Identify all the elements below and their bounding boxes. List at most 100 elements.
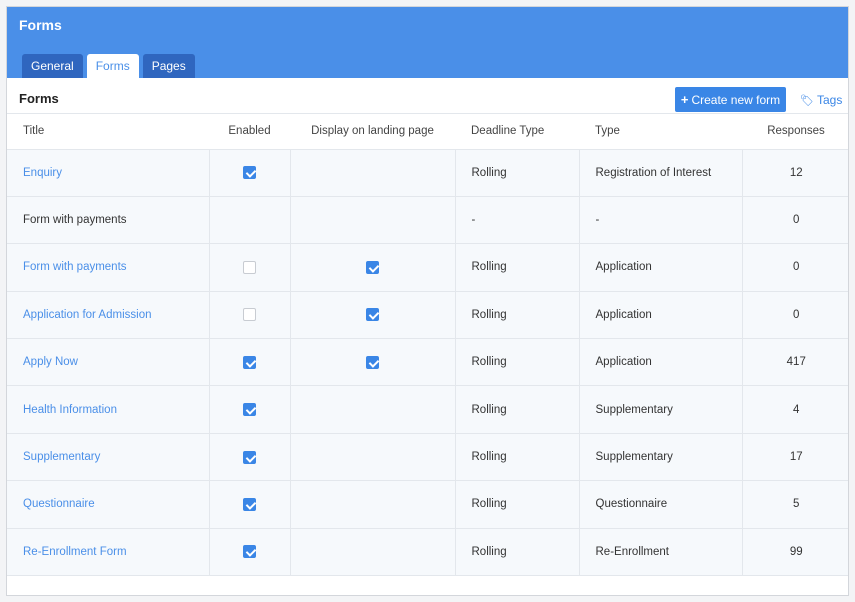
- cell-responses: 0: [741, 243, 848, 292]
- cell-title: Application for Admission: [7, 291, 209, 340]
- form-title-text: Form with payments: [23, 214, 127, 227]
- form-title-link[interactable]: Questionnaire: [23, 498, 95, 510]
- column-header-title[interactable]: Title: [7, 114, 209, 150]
- column-header-enabled[interactable]: Enabled: [209, 114, 290, 150]
- cell-deadline-type: Rolling: [454, 433, 579, 482]
- cell-responses: 17: [741, 433, 848, 482]
- cell-title: Enquiry: [7, 149, 209, 197]
- table-row[interactable]: Enquiry Rolling Registration of Interest 12: [7, 149, 848, 197]
- form-title-link[interactable]: Apply Now: [23, 356, 78, 368]
- enabled-checkbox[interactable]: [243, 355, 256, 369]
- cell-responses: 12: [741, 149, 848, 197]
- cell-title: Apply Now: [7, 338, 209, 387]
- cell-type: -: [578, 196, 742, 245]
- cell-responses: 417: [741, 338, 848, 387]
- cell-type: Application: [578, 243, 742, 292]
- table-row[interactable]: Questionnaire Rolling Questionnaire 5: [7, 480, 848, 529]
- enabled-checkbox[interactable]: [243, 497, 256, 511]
- cell-title: Form with payments: [7, 243, 209, 292]
- cell-landing: [289, 433, 455, 482]
- cell-enabled: [208, 338, 290, 387]
- cell-deadline-type: Rolling: [454, 243, 579, 292]
- cell-landing: [289, 149, 455, 197]
- cell-title: Re-Enrollment Form: [7, 528, 209, 577]
- create-new-form-button[interactable]: + Create new form: [675, 87, 786, 112]
- cell-enabled: [208, 196, 290, 245]
- responses-count: 0: [793, 214, 800, 227]
- cell-title: Supplementary: [7, 433, 209, 482]
- tab-forms[interactable]: Forms: [86, 54, 139, 78]
- responses-count: 4: [793, 403, 800, 416]
- cell-deadline-type: Rolling: [454, 385, 579, 434]
- tag-icon: 🏷: [800, 94, 814, 107]
- cell-type: Re-Enrollment: [578, 528, 742, 577]
- form-title-link[interactable]: Form with payments: [23, 261, 127, 273]
- section-title: Forms: [19, 91, 59, 106]
- cell-responses: 4: [741, 385, 848, 434]
- tags-link[interactable]: 🏷 Tags: [800, 93, 842, 107]
- cell-deadline-type: Rolling: [454, 291, 579, 340]
- responses-count: 417: [786, 356, 806, 369]
- cell-landing: [289, 338, 455, 387]
- enabled-checkbox[interactable]: [243, 545, 256, 559]
- cell-type: Supplementary: [578, 385, 742, 434]
- cell-landing: [289, 385, 455, 434]
- responses-count: 0: [793, 308, 800, 321]
- top-bar: Forms General Forms Pages: [7, 7, 848, 78]
- cell-enabled: [208, 433, 290, 482]
- table-row[interactable]: Re-Enrollment Form Rolling Re-Enrollment 99: [7, 528, 848, 577]
- table-row[interactable]: Supplementary Rolling Supplementary 17: [7, 433, 848, 482]
- cell-type: Application: [578, 291, 742, 340]
- enabled-checkbox[interactable]: [243, 260, 256, 274]
- table-row[interactable]: Application for Admission Rolling Applicat…: [7, 291, 848, 340]
- cell-title: Health Information: [7, 385, 209, 434]
- cell-type: Questionnaire: [578, 480, 742, 529]
- landing-page-checkbox[interactable]: [366, 355, 379, 369]
- column-header-type[interactable]: Type: [579, 114, 742, 150]
- tab-pages[interactable]: Pages: [142, 54, 195, 78]
- form-title-link[interactable]: Re-Enrollment Form: [23, 546, 127, 558]
- form-title-link[interactable]: Health Information: [23, 404, 117, 416]
- table-row[interactable]: Form with payments Rolling Application 0: [7, 243, 848, 292]
- responses-count: 17: [789, 451, 803, 464]
- cell-deadline-type: Rolling: [454, 528, 579, 577]
- cell-enabled: [208, 291, 290, 340]
- tags-link-label: Tags: [816, 93, 843, 107]
- cell-responses: 5: [741, 480, 848, 529]
- responses-count: 5: [793, 498, 800, 511]
- cell-type: Supplementary: [578, 433, 742, 482]
- table-row[interactable]: Apply Now Rolling Application 417: [7, 338, 848, 387]
- cell-landing: [289, 528, 455, 577]
- responses-count: 99: [789, 545, 803, 558]
- enabled-checkbox[interactable]: [243, 308, 256, 322]
- cell-enabled: [208, 243, 290, 292]
- form-title-link[interactable]: Enquiry: [23, 167, 62, 179]
- cell-responses: 0: [741, 196, 848, 245]
- responses-count: 0: [793, 261, 800, 274]
- section-header: Forms + Create new form 🏷 Tags: [7, 78, 848, 114]
- enabled-checkbox[interactable]: [243, 166, 256, 180]
- forms-table: Title Enabled Display on landing page De…: [7, 114, 848, 577]
- column-header-landing[interactable]: Display on landing page: [290, 114, 455, 150]
- app-window: Forms General Forms Pages Forms + Create…: [6, 6, 849, 596]
- cell-deadline-type: -: [454, 196, 579, 245]
- enabled-checkbox[interactable]: [243, 450, 256, 464]
- column-header-deadline-type[interactable]: Deadline Type: [455, 114, 579, 150]
- form-title-link[interactable]: Supplementary: [23, 451, 100, 463]
- table-row[interactable]: Health Information Rolling Supplementary 4: [7, 385, 848, 434]
- cell-enabled: [208, 149, 290, 197]
- create-new-form-label: Create new form: [691, 92, 781, 107]
- tab-general[interactable]: General: [22, 54, 83, 78]
- form-title-link[interactable]: Application for Admission: [23, 309, 151, 321]
- column-header-responses[interactable]: Responses: [742, 114, 848, 150]
- enabled-checkbox[interactable]: [243, 403, 256, 417]
- cell-title: Questionnaire: [7, 480, 209, 529]
- cell-type: Application: [578, 338, 742, 387]
- landing-page-checkbox[interactable]: [366, 260, 379, 274]
- table-row[interactable]: Form with payments - - 0: [7, 196, 848, 245]
- cell-type: Registration of Interest: [578, 149, 742, 197]
- cell-deadline-type: Rolling: [454, 149, 579, 197]
- cell-landing: [289, 480, 455, 529]
- landing-page-checkbox[interactable]: [366, 308, 379, 322]
- table-header-row: Title Enabled Display on landing page De…: [7, 114, 848, 150]
